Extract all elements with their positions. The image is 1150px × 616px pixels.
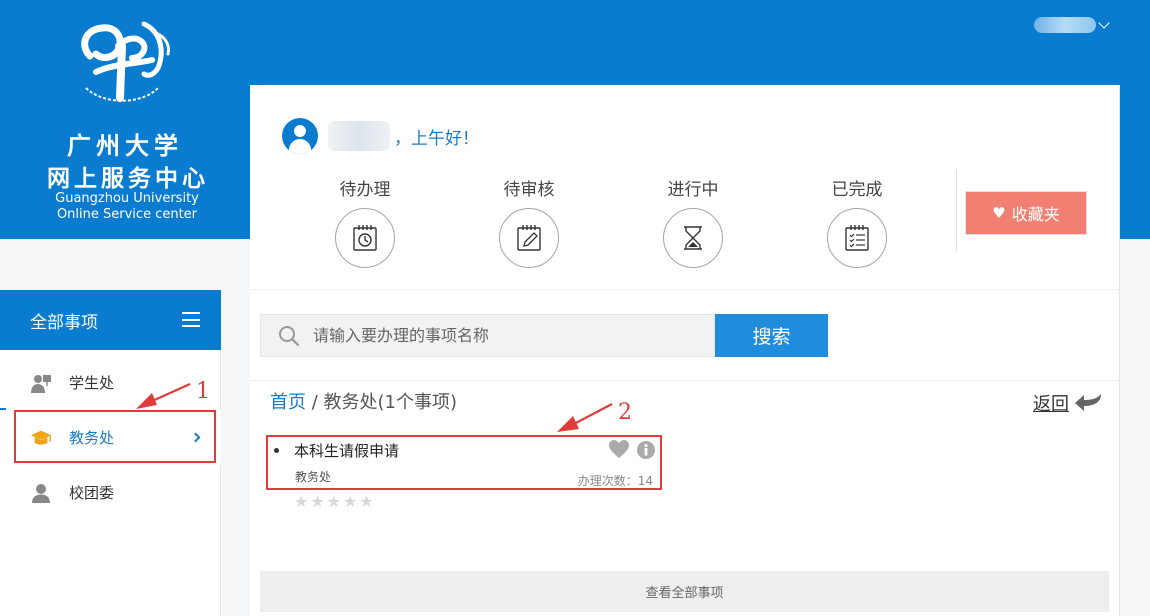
sidebar-header: 全部事项 <box>0 290 221 350</box>
logo-subtitle-cn: 网上服务中心 <box>47 165 209 192</box>
sidebar-title: 全部事项 <box>30 312 98 333</box>
status-completed-label: 已完成 <box>831 180 883 200</box>
info-icon[interactable] <box>636 440 656 460</box>
status-pending-circle <box>335 208 395 268</box>
star-icon[interactable]: ★ <box>327 492 341 511</box>
star-icon[interactable]: ★ <box>359 492 373 511</box>
search-box <box>260 314 715 357</box>
avatar-icon <box>282 118 318 154</box>
search-button[interactable]: 搜索 <box>715 314 828 357</box>
status-in-progress-label: 进行中 <box>667 180 719 200</box>
logo-title-en: Guangzhou University <box>55 191 199 206</box>
hourglass-icon <box>684 226 702 250</box>
breadcrumb: 首页 / 教务处(1个事项) <box>270 391 457 415</box>
section-divider <box>250 289 1120 290</box>
status-in-progress-circle <box>663 208 723 268</box>
service-item-count: 办理次数：14 <box>577 474 653 488</box>
status-completed[interactable]: 已完成 <box>822 178 892 268</box>
status-pending[interactable]: 待办理 <box>330 178 400 268</box>
checklist-icon <box>845 225 869 251</box>
star-icon[interactable]: ★ <box>294 492 308 511</box>
chevron-down-icon <box>1098 17 1110 29</box>
user-icon <box>30 482 52 504</box>
user-menu-dropdown[interactable] <box>1034 14 1114 36</box>
sidebar-item-label: 校团委 <box>69 484 115 502</box>
breadcrumb-current: 教务处(1个事项) <box>323 392 458 413</box>
heart-icon: ♥ <box>992 204 1006 222</box>
breadcrumb-home-link[interactable]: 首页 <box>270 392 306 413</box>
status-in-progress[interactable]: 进行中 <box>658 178 728 268</box>
favorite-heart-icon[interactable] <box>608 439 630 459</box>
greeting-text: ，上午好！ <box>394 128 479 149</box>
breadcrumb-separator: / <box>306 392 324 413</box>
back-link[interactable]: 返回 <box>1033 391 1105 415</box>
sidebar: 学生处 教务处 校团委 <box>0 350 221 616</box>
sidebar-item-youth-league[interactable]: 校团委 <box>0 465 221 520</box>
service-item-title: 本科生请假申请 <box>294 442 400 460</box>
greeting-row: ，上午好！ <box>282 118 479 154</box>
status-divider <box>956 170 957 252</box>
list-bullet <box>274 448 279 453</box>
service-item-department: 教务处 <box>295 470 332 484</box>
hamburger-menu-icon[interactable] <box>182 312 200 327</box>
clock-notebook-icon <box>353 225 377 251</box>
favorites-button[interactable]: ♥ 收藏夹 <box>965 191 1087 235</box>
blurred-username <box>1034 17 1096 33</box>
status-reviewing[interactable]: 待审核 <box>494 178 564 268</box>
view-all-button[interactable]: 查看全部事项 <box>260 571 1109 612</box>
back-arrow-icon <box>1075 394 1101 411</box>
university-logo-icon <box>81 21 170 102</box>
back-label: 返回 <box>1033 394 1069 415</box>
status-reviewing-label: 待审核 <box>503 180 555 200</box>
logo-panel: 广州大学 网上服务中心 Guangzhou University Online … <box>0 0 250 239</box>
main-panel: ，上午好！ 待办理 待审核 进行中 已完成 ♥ 收藏夹 请输入要办理的事项名称 … <box>250 85 1120 616</box>
logo-subtitle-en: Online Service center <box>56 207 198 222</box>
status-pending-label: 待办理 <box>339 180 391 200</box>
annotation-number-2: 2 <box>618 400 632 425</box>
status-reviewing-circle <box>499 208 559 268</box>
search-icon <box>279 325 300 346</box>
person-board-icon <box>30 372 52 394</box>
star-icon[interactable]: ★ <box>310 492 324 511</box>
status-completed-circle <box>827 208 887 268</box>
pencil-notebook-icon <box>517 225 541 251</box>
service-item-card[interactable]: 本科生请假申请 教务处 办理次数：14 <box>266 435 662 490</box>
annotation-number-1: 1 <box>196 379 210 404</box>
blurred-user-name <box>328 121 390 151</box>
search-input[interactable] <box>313 326 693 345</box>
sidebar-item-label: 学生处 <box>69 374 115 392</box>
sidebar-item-student-affairs[interactable]: 学生处 <box>0 355 221 410</box>
section-divider-2 <box>250 380 1120 381</box>
rating-stars[interactable]: ★ ★ ★ ★ ★ <box>294 492 376 511</box>
star-icon[interactable]: ★ <box>343 492 357 511</box>
favorites-label: 收藏夹 <box>1011 205 1060 224</box>
annotation-highlight-box <box>14 410 216 463</box>
logo-title-cn: 广州大学 <box>67 131 183 160</box>
